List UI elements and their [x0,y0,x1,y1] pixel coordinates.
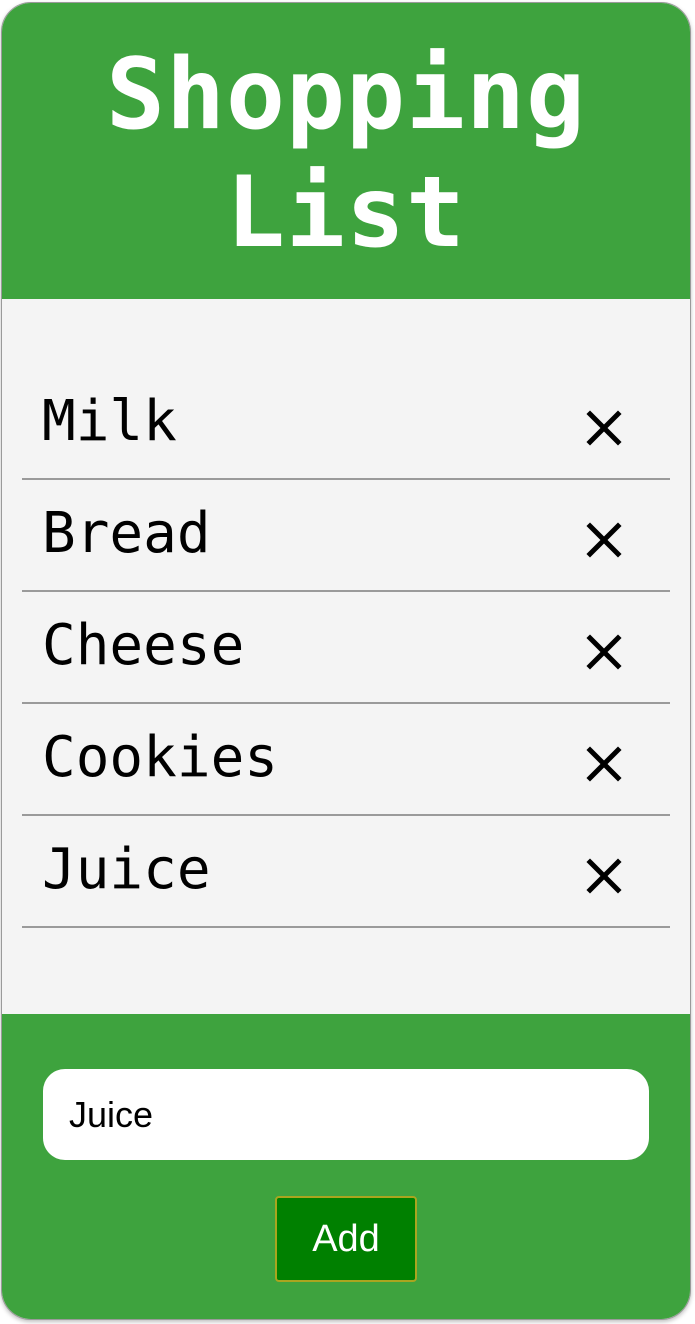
remove-item-button[interactable] [582,406,626,450]
remove-item-button[interactable] [582,630,626,674]
page-title: Shopping List [105,38,586,270]
list-item: Cookies [22,704,670,816]
close-icon [586,410,622,446]
remove-item-button[interactable] [582,518,626,562]
close-icon [586,522,622,558]
header: Shopping List [2,3,690,299]
item-label: Bread [42,501,211,566]
item-label: Juice [42,837,211,902]
item-label: Cheese [42,613,245,678]
add-item-footer: Add [2,1014,690,1319]
list-item: Juice [22,816,670,928]
shopping-list: Milk Bread Cheese Cookies Juice [22,368,670,928]
close-icon [586,746,622,782]
remove-item-button[interactable] [582,854,626,898]
list-item: Bread [22,480,670,592]
list-item: Cheese [22,592,670,704]
add-button[interactable]: Add [275,1196,417,1282]
item-label: Milk [42,389,177,454]
shopping-list-app: Shopping List Milk Bread Cheese Cookies … [1,2,691,1320]
new-item-input[interactable] [43,1069,649,1160]
list-item: Milk [22,368,670,480]
remove-item-button[interactable] [582,742,626,786]
item-label: Cookies [42,725,279,790]
close-icon [586,858,622,894]
close-icon [586,634,622,670]
